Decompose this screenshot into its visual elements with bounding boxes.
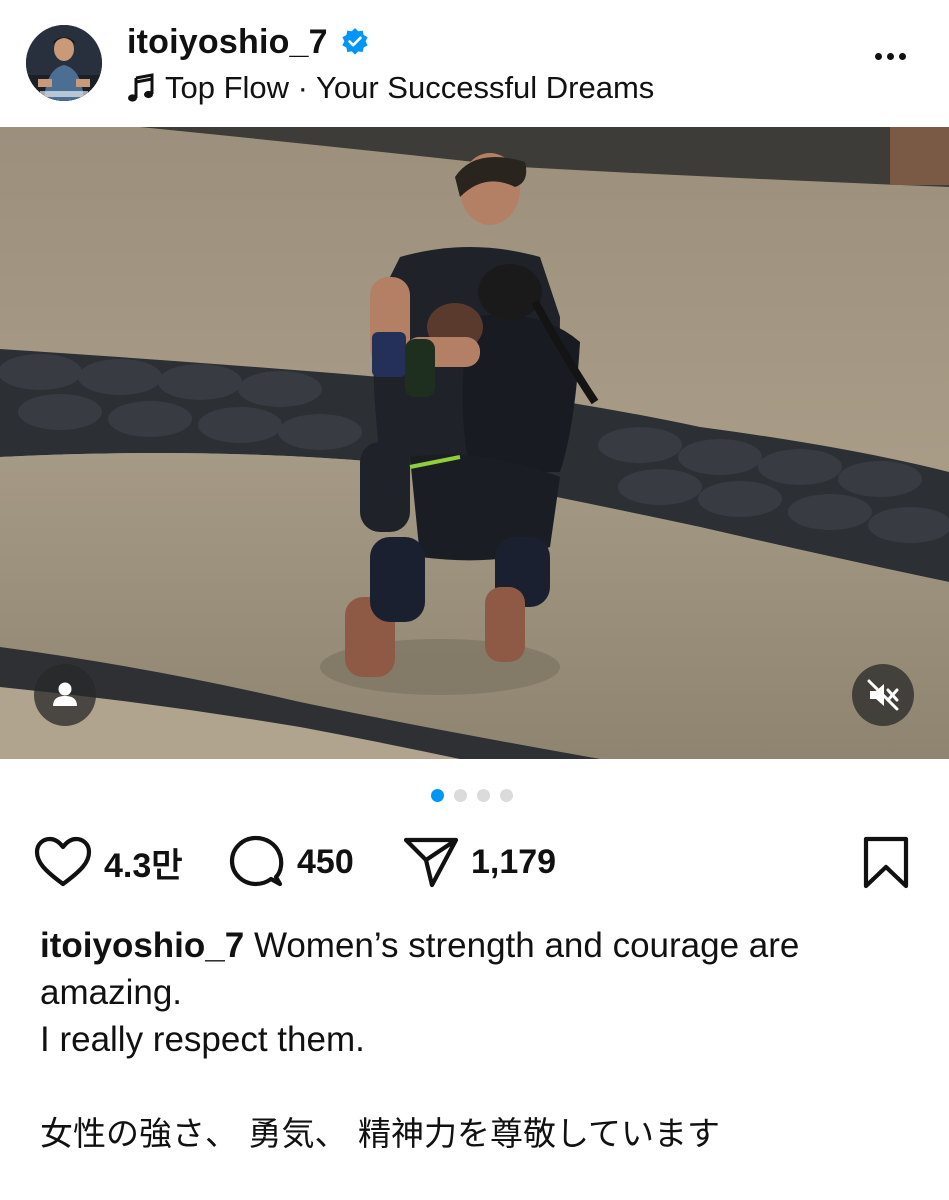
caption-username[interactable]: itoiyoshio_7: [40, 926, 244, 965]
post-header: itoiyoshio_7 Top Flow · Your Successful …: [0, 0, 949, 127]
tag-people-icon: [53, 682, 77, 706]
comment-action[interactable]: 450: [229, 834, 354, 890]
username[interactable]: itoiyoshio_7: [127, 23, 328, 62]
tag-people-button[interactable]: [34, 664, 96, 726]
verified-badge-icon: [340, 27, 370, 57]
carousel-dot: [454, 789, 467, 802]
avatar[interactable]: [26, 25, 102, 101]
muted-speaker-icon: [867, 679, 899, 711]
carousel-dot: [477, 789, 490, 802]
comment-count: 450: [297, 842, 354, 881]
post-caption: itoiyoshio_7 Women’s strength and courag…: [40, 922, 910, 1157]
caption-line-1: itoiyoshio_7 Women’s strength and courag…: [40, 922, 910, 1016]
carousel-dot: [500, 789, 513, 802]
share-action[interactable]: 1,179: [403, 834, 556, 890]
send-icon[interactable]: [403, 835, 459, 889]
heart-icon[interactable]: [34, 836, 92, 888]
carousel-indicator: [431, 789, 513, 803]
like-count[interactable]: 4.3만: [104, 838, 183, 887]
more-options-icon[interactable]: [875, 47, 915, 75]
music-note-icon: [127, 73, 155, 103]
like-action[interactable]: 4.3만: [34, 834, 183, 890]
post-actions: 4.3만 450 1,179: [0, 834, 949, 890]
post-photo[interactable]: [0, 127, 949, 759]
comment-icon[interactable]: [229, 835, 285, 889]
bookmark-icon[interactable]: [862, 836, 910, 890]
music-track: Top Flow · Your Successful Dreams: [165, 70, 655, 105]
carousel-dot-active: [431, 789, 444, 802]
share-count: 1,179: [471, 842, 557, 881]
music-row[interactable]: Top Flow · Your Successful Dreams: [127, 68, 654, 108]
caption-line-2: I really respect them.: [40, 1020, 365, 1059]
username-row: itoiyoshio_7: [127, 20, 370, 64]
caption-japanese: 女性の強さ、 勇気、 精神力を尊敬しています: [40, 1114, 720, 1153]
mute-button[interactable]: [852, 664, 914, 726]
